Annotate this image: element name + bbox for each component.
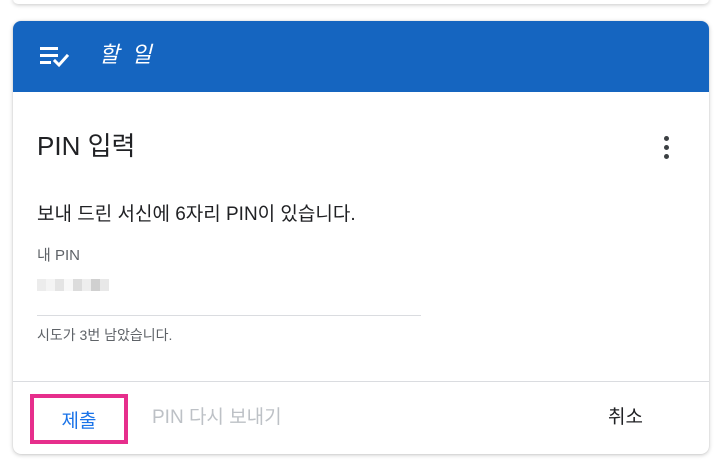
page: 할 일 PIN 입력 보내 드린 서신에 6자리 PIN이 있습니다. 내 PI…: [0, 0, 726, 467]
card-header: 할 일: [13, 21, 709, 92]
obscured-pin-value: [37, 279, 109, 303]
header-title: 할 일: [99, 42, 155, 67]
pin-entry-card: 할 일 PIN 입력 보내 드린 서신에 6자리 PIN이 있습니다. 내 PI…: [13, 21, 709, 454]
pin-field-label: 내 PIN: [37, 247, 80, 264]
pin-instruction-text: 보내 드린 서신에 6자리 PIN이 있습니다.: [37, 204, 356, 225]
card-title: PIN 입력: [37, 131, 136, 161]
cancel-button[interactable]: 취소: [608, 404, 643, 432]
submit-button[interactable]: 제출: [30, 394, 128, 444]
resend-pin-button[interactable]: PIN 다시 보내기: [152, 404, 282, 432]
task-list-check-icon: [40, 45, 72, 69]
previous-card-edge: [13, 0, 709, 4]
more-vertical-icon[interactable]: [651, 133, 685, 163]
pin-input[interactable]: [37, 271, 421, 316]
attempts-remaining-text: 시도가 3번 남았습니다.: [37, 327, 173, 343]
actions-divider: [13, 381, 709, 382]
